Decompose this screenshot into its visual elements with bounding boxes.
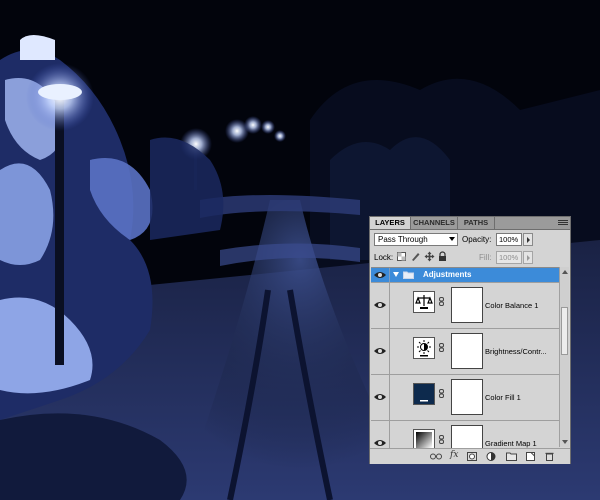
link-icon[interactable] bbox=[439, 389, 444, 398]
lock-all-icon[interactable] bbox=[437, 251, 448, 262]
visibility-cell[interactable] bbox=[371, 329, 390, 374]
tab-channels[interactable]: CHANNELS bbox=[411, 217, 458, 229]
layer-row[interactable]: Color Fill 1 bbox=[371, 375, 559, 421]
layer-name: Color Fill 1 bbox=[485, 393, 521, 402]
layer-mask-thumbnail[interactable] bbox=[451, 333, 483, 369]
eye-icon[interactable] bbox=[373, 270, 387, 280]
link-layers-icon[interactable] bbox=[430, 452, 442, 461]
folder-icon bbox=[403, 271, 414, 279]
lock-label: Lock: bbox=[374, 253, 394, 262]
fill-input[interactable]: 100% bbox=[496, 251, 522, 264]
opacity-input[interactable]: 100% bbox=[496, 233, 522, 246]
visibility-cell[interactable] bbox=[371, 283, 390, 328]
layer-name: Brightness/Contr... bbox=[485, 347, 547, 356]
eye-icon[interactable] bbox=[373, 300, 387, 310]
link-icon[interactable] bbox=[439, 297, 444, 306]
layer-name: Color Balance 1 bbox=[485, 301, 539, 310]
chevron-down-icon bbox=[449, 237, 455, 241]
layers-scrollbar[interactable] bbox=[559, 267, 569, 447]
visibility-cell[interactable] bbox=[371, 375, 390, 420]
lock-position-icon[interactable] bbox=[424, 251, 435, 262]
gradient-map-icon bbox=[413, 429, 435, 448]
opacity-label: Opacity: bbox=[462, 235, 492, 244]
new-layer-icon[interactable] bbox=[526, 452, 535, 461]
layer-mask-thumbnail[interactable] bbox=[451, 425, 483, 448]
brightness-contrast-icon bbox=[413, 337, 435, 359]
color-fill-swatch-icon bbox=[413, 383, 435, 405]
color-balance-icon bbox=[413, 291, 435, 313]
fill-label: Fill: bbox=[479, 253, 492, 262]
layers-list: Adjustments Color Balance 1 Brightness/C… bbox=[371, 267, 559, 448]
delete-layer-icon[interactable] bbox=[545, 452, 554, 461]
visibility-cell[interactable] bbox=[371, 268, 390, 282]
fill-slider-button[interactable] bbox=[523, 251, 533, 264]
opacity-slider-button[interactable] bbox=[523, 233, 533, 246]
layer-mask-thumbnail[interactable] bbox=[451, 379, 483, 415]
link-icon[interactable] bbox=[439, 343, 444, 352]
visibility-cell[interactable] bbox=[371, 421, 390, 448]
eye-icon[interactable] bbox=[373, 346, 387, 356]
scrollbar-thumb[interactable] bbox=[561, 307, 568, 355]
new-adjustment-icon[interactable] bbox=[486, 452, 496, 461]
new-group-icon[interactable] bbox=[506, 452, 517, 461]
chevron-down-icon[interactable] bbox=[393, 272, 399, 277]
panel-menu-icon[interactable] bbox=[558, 219, 568, 227]
layers-panel: LAYERS CHANNELS PATHS Pass Through Opaci… bbox=[369, 216, 571, 464]
eye-icon[interactable] bbox=[373, 438, 387, 448]
tab-paths[interactable]: PATHS bbox=[458, 217, 495, 229]
triangle-right-icon bbox=[527, 237, 530, 243]
layers-bottom-toolbar: fx bbox=[370, 448, 570, 464]
link-icon[interactable] bbox=[439, 435, 444, 444]
blend-mode-select[interactable]: Pass Through bbox=[374, 233, 458, 246]
triangle-right-icon bbox=[527, 255, 530, 261]
group-name: Adjustments bbox=[423, 270, 472, 279]
layer-row[interactable]: Gradient Map 1 bbox=[371, 421, 559, 448]
layer-group-row[interactable]: Adjustments bbox=[371, 268, 559, 283]
eye-icon[interactable] bbox=[373, 392, 387, 402]
layer-row[interactable]: Brightness/Contr... bbox=[371, 329, 559, 375]
layer-name: Gradient Map 1 bbox=[485, 439, 537, 448]
tab-layers[interactable]: LAYERS bbox=[370, 217, 411, 229]
scroll-down-icon[interactable] bbox=[562, 440, 568, 444]
blend-mode-value: Pass Through bbox=[378, 235, 428, 244]
fx-icon[interactable]: fx bbox=[450, 450, 458, 460]
layer-mask-thumbnail[interactable] bbox=[451, 287, 483, 323]
lock-transparency-icon[interactable] bbox=[396, 251, 407, 262]
add-mask-icon[interactable] bbox=[467, 452, 477, 461]
lock-image-icon[interactable] bbox=[410, 251, 421, 262]
panel-tab-bar: LAYERS CHANNELS PATHS bbox=[370, 217, 570, 230]
scroll-up-icon[interactable] bbox=[562, 270, 568, 274]
layer-row[interactable]: Color Balance 1 bbox=[371, 283, 559, 329]
